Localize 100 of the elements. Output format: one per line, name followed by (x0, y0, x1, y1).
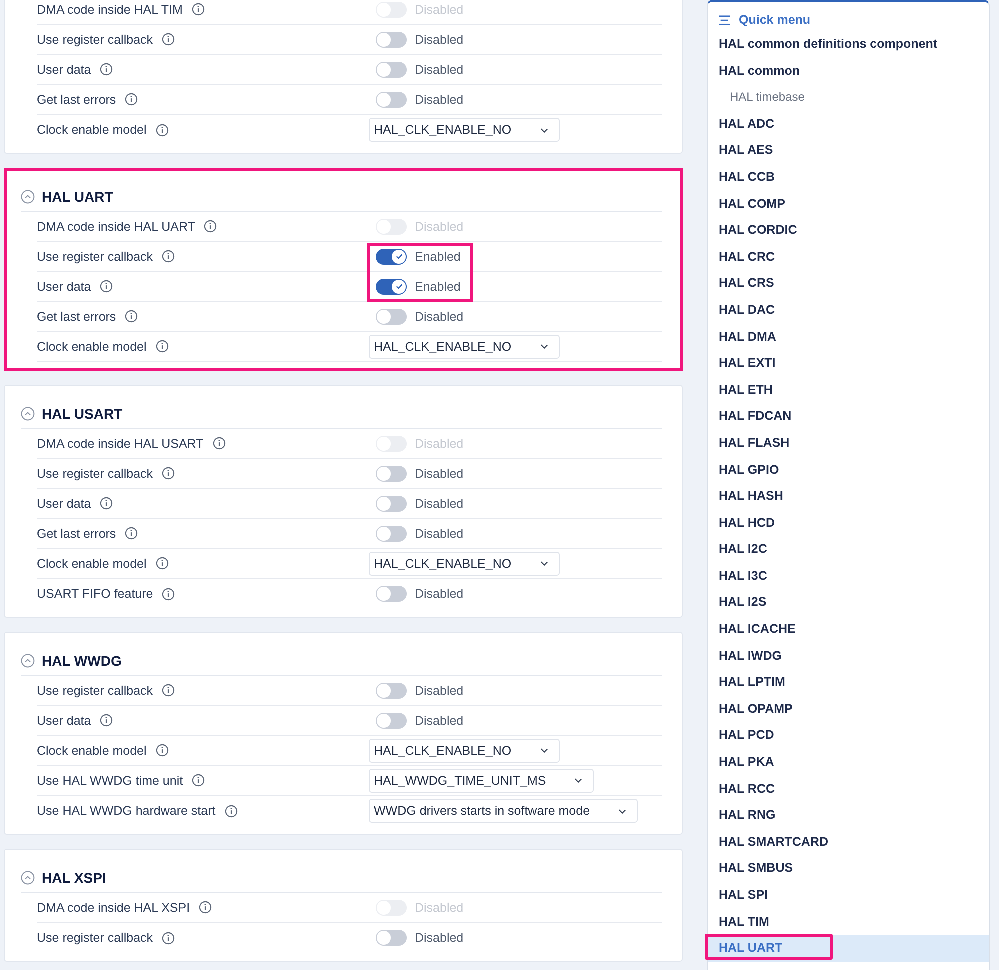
dropdown-select[interactable]: HAL_CLK_ENABLE_NO (369, 334, 560, 358)
quick-menu-item[interactable]: HAL SMBUS (708, 855, 989, 882)
toggle-switch[interactable] (376, 586, 407, 602)
info-icon[interactable] (162, 250, 176, 263)
quick-menu-item[interactable]: HAL ICACHE (708, 616, 989, 643)
dropdown-select[interactable]: HAL_CLK_ENABLE_NO (369, 738, 560, 762)
info-icon[interactable] (162, 467, 176, 480)
setting-label: Clock enable model (37, 340, 147, 354)
setting-label: Get last errors (37, 526, 116, 540)
toggle-state-label: Disabled (415, 436, 464, 450)
info-icon[interactable] (162, 33, 176, 46)
quick-menu-item[interactable]: HAL TIM (708, 908, 989, 936)
quick-menu-item[interactable]: HAL CCB (708, 164, 989, 191)
collapse-icon[interactable] (21, 190, 35, 204)
toggle-switch[interactable] (376, 930, 407, 946)
quick-menu-item[interactable]: HAL AES (708, 137, 989, 164)
quick-menu-item[interactable]: HAL COMP (708, 190, 989, 218)
quick-menu-item[interactable]: HAL common definitions component (708, 31, 989, 58)
toggle-switch[interactable] (376, 496, 407, 512)
toggle-state-label: Disabled (415, 526, 464, 540)
toggle-switch[interactable] (376, 526, 407, 542)
quick-menu-item[interactable]: HAL common (708, 58, 989, 84)
setting-label: Clock enable model (37, 123, 147, 137)
info-icon[interactable] (100, 497, 114, 510)
quick-menu-item[interactable]: HAL SPI (708, 882, 989, 909)
quick-menu-item[interactable]: HAL PCD (708, 722, 989, 750)
quick-menu-item[interactable]: HAL CORDIC (708, 217, 989, 244)
quick-menu-item[interactable]: HAL RNG (708, 802, 989, 829)
info-icon[interactable] (100, 63, 114, 76)
quick-menu-item[interactable]: HAL DAC (708, 296, 989, 324)
quick-menu-item[interactable]: HAL ADC (708, 110, 989, 138)
collapse-icon[interactable] (21, 654, 35, 668)
quick-menu-item[interactable]: HAL GPIO (708, 456, 989, 484)
info-icon[interactable] (156, 340, 169, 353)
quick-menu-item[interactable]: HAL FLASH (708, 430, 989, 456)
quick-menu-item[interactable]: HAL I2C (708, 536, 989, 563)
info-icon[interactable] (125, 93, 138, 106)
info-icon[interactable] (192, 3, 205, 16)
toggle-switch[interactable] (376, 682, 407, 698)
toggle-switch[interactable] (376, 248, 407, 264)
quick-menu-item[interactable]: HAL PKA (708, 749, 989, 776)
section-title: HAL USART (42, 406, 123, 422)
info-icon[interactable] (156, 557, 169, 570)
info-icon[interactable] (125, 527, 138, 540)
info-icon[interactable] (199, 901, 212, 914)
toggle-switch[interactable] (376, 92, 407, 108)
info-icon[interactable] (212, 437, 226, 450)
quick-menu-item[interactable]: HAL EXTI (708, 350, 989, 377)
setting-label: Use register callback (37, 250, 154, 264)
dropdown-select[interactable]: WWDG drivers starts in software mode (369, 799, 638, 823)
quick-menu-item[interactable]: HAL DMA (708, 324, 989, 350)
toggle-state-label: Enabled (415, 250, 461, 264)
setting-label: Clock enable model (37, 556, 147, 570)
info-icon[interactable] (100, 280, 114, 293)
quick-menu-item[interactable]: HAL HCD (708, 510, 989, 536)
toggle-switch[interactable] (376, 278, 407, 294)
toggle-state-label: Disabled (415, 587, 464, 601)
info-icon[interactable] (156, 744, 169, 757)
menu-icon[interactable] (718, 14, 731, 26)
collapse-icon[interactable] (21, 407, 35, 421)
toggle-switch[interactable] (376, 712, 407, 728)
quick-menu-item[interactable]: HAL I2S (708, 589, 989, 616)
setting-label: Get last errors (37, 310, 116, 324)
setting-label: Use HAL WWDG time unit (37, 774, 184, 788)
dropdown-select[interactable]: HAL_CLK_ENABLE_NO (369, 552, 560, 576)
quick-menu-item[interactable]: HAL timebase (708, 84, 989, 111)
info-icon[interactable] (156, 124, 169, 136)
toggle-state-label: Disabled (415, 714, 464, 728)
info-icon[interactable] (162, 588, 176, 600)
quick-menu-item[interactable]: HAL CRC (708, 244, 989, 270)
quick-menu-item[interactable]: HAL SMARTCARD (708, 828, 989, 856)
setting-label: Use register callback (37, 32, 154, 46)
info-icon[interactable] (192, 774, 206, 787)
check-icon (394, 252, 404, 261)
setting-label: Clock enable model (37, 744, 147, 758)
quick-menu-item[interactable]: HAL FDCAN (708, 403, 989, 430)
quick-menu-item[interactable]: HAL CRS (708, 270, 989, 297)
dropdown-select[interactable]: HAL_CLK_ENABLE_NO (369, 118, 560, 142)
toggle-switch[interactable] (376, 466, 407, 482)
toggle-switch[interactable] (376, 32, 407, 48)
dropdown-select[interactable]: HAL_WWDG_TIME_UNIT_MS (369, 768, 594, 792)
quick-menu-title: Quick menu (739, 13, 811, 27)
collapse-icon[interactable] (21, 871, 35, 885)
quick-menu-item[interactable]: HAL UART (708, 935, 989, 962)
info-icon[interactable] (125, 310, 138, 323)
info-icon[interactable] (162, 684, 176, 697)
toggle-switch[interactable] (376, 62, 407, 78)
info-icon[interactable] (224, 804, 238, 818)
quick-menu-item[interactable]: HAL RCC (708, 776, 989, 802)
quick-menu-item[interactable]: HAL IWDG (708, 642, 989, 670)
quick-menu-item[interactable]: HAL HASH (708, 483, 989, 510)
quick-menu-item[interactable]: HAL I3C (708, 562, 989, 590)
quick-menu-item[interactable]: HAL LPTIM (708, 669, 989, 696)
toggle-state-label: Disabled (415, 2, 464, 16)
quick-menu-item[interactable]: HAL OPAMP (708, 696, 989, 722)
setting-label: DMA code inside HAL XSPI (37, 900, 190, 914)
info-icon[interactable] (162, 932, 176, 944)
quick-menu-item[interactable]: HAL ETH (708, 376, 989, 404)
info-icon[interactable] (100, 714, 114, 727)
toggle-switch[interactable] (376, 308, 407, 324)
